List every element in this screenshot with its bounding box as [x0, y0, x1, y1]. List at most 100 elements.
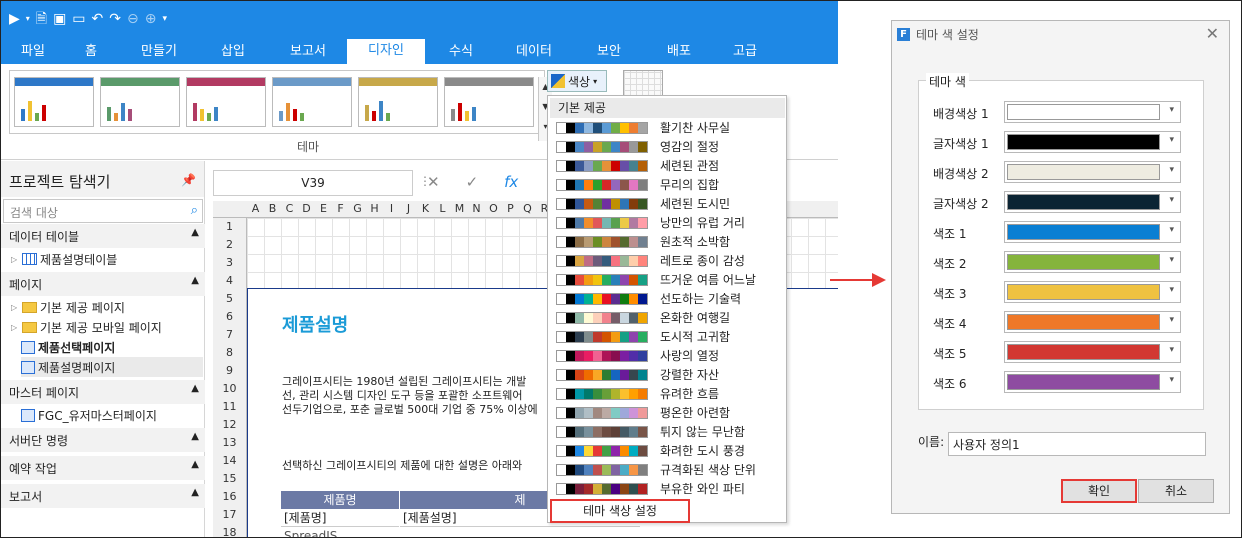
tab-insert[interactable]: 삽입 [205, 41, 261, 64]
theme-color-item[interactable]: 영감의 절정 [556, 137, 719, 156]
tab-file[interactable]: 파일 [7, 41, 59, 64]
theme-color-item[interactable]: 튀지 않는 무난함 [556, 422, 745, 441]
color-picker[interactable]: ▾ [1004, 221, 1181, 243]
chevron-down-icon[interactable]: ▾ [1169, 195, 1174, 205]
theme-color-item[interactable]: 부유한 와인 파티 [556, 479, 745, 498]
tab-security[interactable]: 보안 [579, 41, 639, 64]
color-picker[interactable]: ▾ [1004, 101, 1181, 123]
theme-thumb-1[interactable] [14, 77, 94, 127]
tab-create[interactable]: 만들기 [127, 41, 191, 64]
customize-icon[interactable]: ▾ [162, 14, 167, 24]
color-picker[interactable]: ▾ [1004, 251, 1181, 273]
row-label[interactable]: 17 [213, 506, 246, 524]
tab-report[interactable]: 보고서 [273, 41, 343, 64]
theme-color-item[interactable]: 세련된 관점 [556, 156, 719, 175]
forward-icon[interactable]: ⊕ [145, 12, 157, 26]
column-label[interactable]: H [366, 202, 383, 215]
dropdown-icon[interactable]: ▾ [26, 15, 30, 23]
chevron-down-icon[interactable]: ▾ [1169, 255, 1174, 265]
column-label[interactable]: F [332, 202, 349, 215]
chevron-down-icon[interactable]: ▾ [1169, 345, 1174, 355]
color-picker[interactable]: ▾ [1004, 191, 1181, 213]
fx-icon[interactable]: fx [504, 173, 518, 191]
row-label[interactable]: 10 [213, 380, 246, 398]
run-icon[interactable]: ▶ [9, 12, 20, 26]
color-picker[interactable]: ▾ [1004, 161, 1181, 183]
expand-icon[interactable]: ▷ [11, 255, 19, 264]
column-label[interactable]: K [417, 202, 434, 215]
tab-advanced[interactable]: 고급 [719, 41, 771, 64]
row-label[interactable]: 6 [213, 308, 246, 326]
theme-thumb-6[interactable] [444, 77, 534, 127]
theme-color-item[interactable]: 규격화된 색상 단위 [556, 460, 756, 479]
theme-thumb-3[interactable] [186, 77, 266, 127]
table-cell[interactable]: SpreadJS [281, 527, 399, 537]
row-label[interactable]: 14 [213, 452, 246, 470]
theme-thumb-5[interactable] [358, 77, 438, 127]
row-label[interactable]: 18 [213, 524, 246, 537]
row-label[interactable]: 9 [213, 362, 246, 380]
row-label[interactable]: 2 [213, 236, 246, 254]
row-label[interactable]: 12 [213, 416, 246, 434]
column-label[interactable]: Q [519, 202, 536, 215]
expand-icon[interactable]: ▷ [11, 323, 19, 332]
section-data-tables[interactable]: 데이터 테이블 ▲ [1, 224, 205, 248]
pin-icon[interactable]: 📌 [181, 173, 196, 187]
color-button[interactable]: 색상 ▾ [547, 70, 607, 92]
theme-color-item[interactable]: 강렬한 자산 [556, 365, 719, 384]
section-master-pages[interactable]: 마스터 페이지 ▲ [1, 380, 205, 404]
theme-color-item[interactable]: 선도하는 기술력 [556, 289, 741, 308]
color-picker[interactable]: ▾ [1004, 311, 1181, 333]
theme-color-item[interactable]: 화려한 도시 풍경 [556, 441, 745, 460]
tree-item-table[interactable]: ▷ 제품설명테이블 [11, 249, 117, 269]
tree-item-master[interactable]: FGC_유저마스터페이지 [21, 405, 157, 425]
color-picker[interactable]: ▾ [1004, 341, 1181, 363]
color-picker[interactable]: ▾ [1004, 131, 1181, 153]
name-box[interactable]: V39 [213, 170, 413, 196]
column-label[interactable]: J [400, 202, 417, 215]
undo-icon[interactable]: ↶ [92, 12, 104, 26]
column-label[interactable]: N [468, 202, 485, 215]
theme-color-item[interactable]: 뜨거운 여름 어느날 [556, 270, 756, 289]
theme-color-item[interactable]: 유려한 흐름 [556, 384, 719, 403]
color-picker[interactable]: ▾ [1004, 371, 1181, 393]
table-style-icon[interactable] [623, 70, 663, 98]
section-pages[interactable]: 페이지 ▲ [1, 272, 205, 296]
theme-color-item[interactable]: 활기찬 사무실 [556, 118, 730, 137]
column-label[interactable]: P [502, 202, 519, 215]
section-reports[interactable]: 보고서 ▲ [1, 484, 205, 508]
row-label[interactable]: 11 [213, 398, 246, 416]
column-label[interactable]: E [315, 202, 332, 215]
chevron-down-icon[interactable]: ▾ [1169, 225, 1174, 235]
row-label[interactable]: 15 [213, 470, 246, 488]
column-label[interactable]: M [451, 202, 468, 215]
open-folder-icon[interactable]: ▭ [72, 12, 85, 26]
tree-item-folder[interactable]: ▷ 기본 제공 모바일 페이지 [11, 317, 162, 337]
row-label[interactable]: 8 [213, 344, 246, 362]
tab-home[interactable]: 홈 [69, 41, 113, 64]
column-label[interactable]: B [264, 202, 281, 215]
tree-item-folder[interactable]: ▷ 기본 제공 페이지 [11, 297, 125, 317]
chevron-down-icon[interactable]: ▾ [1169, 165, 1174, 175]
chevron-down-icon[interactable]: ▾ [1169, 375, 1174, 385]
theme-color-item[interactable]: 낭만의 유럽 거리 [556, 213, 745, 232]
expand-icon[interactable]: ▷ [11, 303, 19, 312]
row-label[interactable]: 16 [213, 488, 246, 506]
theme-color-item[interactable]: 평온한 아련함 [556, 403, 730, 422]
ok-button[interactable]: 확인 [1061, 479, 1137, 503]
column-label[interactable]: I [383, 202, 400, 215]
name-input[interactable]: 사용자 정의1 [948, 432, 1206, 456]
theme-color-item[interactable]: 세련된 도시민 [556, 194, 730, 213]
column-label[interactable]: L [434, 202, 451, 215]
new-doc-icon[interactable]: 🗎 [36, 12, 47, 26]
tab-deploy[interactable]: 배포 [653, 41, 705, 64]
tab-design[interactable]: 디자인 [347, 39, 425, 64]
theme-color-settings-button[interactable]: 테마 색상 설정 [550, 499, 690, 523]
back-icon[interactable]: ⊖ [127, 12, 139, 26]
section-server-commands[interactable]: 서버단 명령 ▲ [1, 428, 205, 452]
row-label[interactable]: 1 [213, 218, 246, 236]
close-icon[interactable]: ✕ [1206, 24, 1219, 43]
section-scheduled-tasks[interactable]: 예약 작업 ▲ [1, 456, 205, 480]
table-cell[interactable]: [제품명] [281, 509, 399, 527]
tab-formula[interactable]: 수식 [435, 41, 487, 64]
